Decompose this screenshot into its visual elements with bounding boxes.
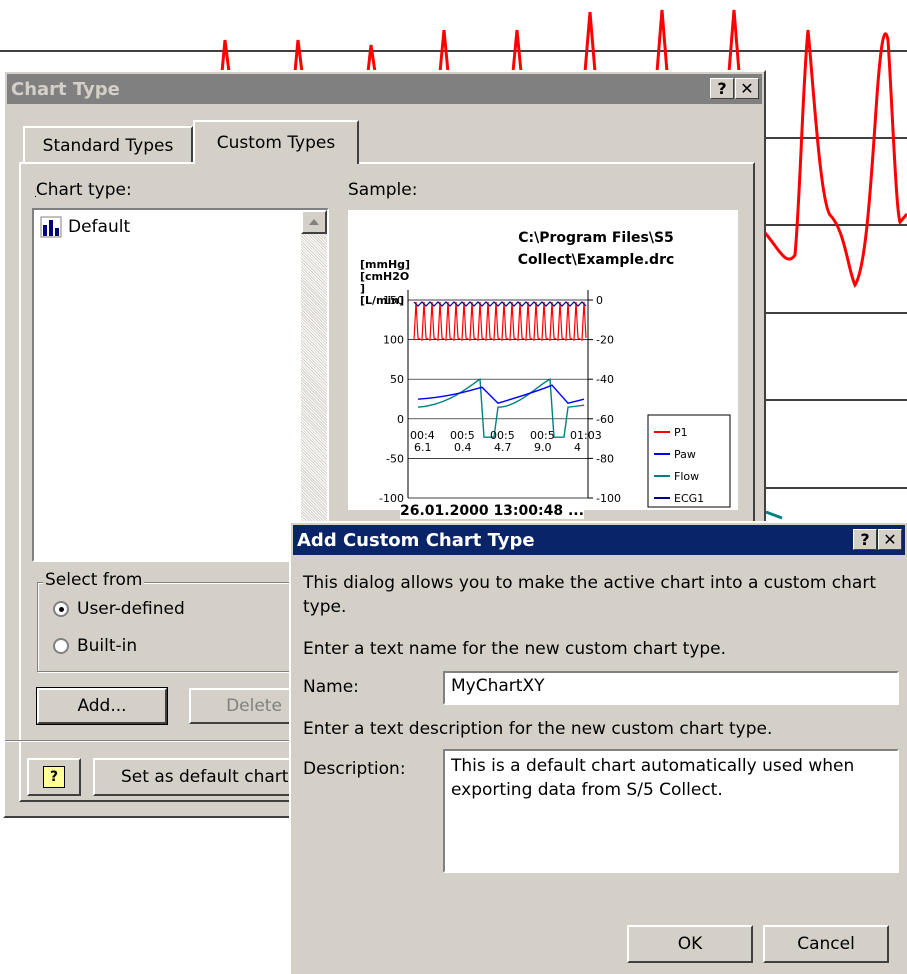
y-axis-label: [cmH2O [360, 270, 409, 283]
up-arrow-icon [309, 219, 319, 225]
radio-circle [53, 638, 69, 654]
cancel-button[interactable]: Cancel [763, 925, 889, 963]
right-tick-label: -20 [596, 334, 614, 347]
left-tick-label: 0 [397, 413, 404, 426]
chart-x-label: 26.01.2000 13:00:48 ... [400, 503, 584, 519]
right-tick-label: -40 [596, 373, 614, 386]
legend-label: ECG1 [674, 492, 704, 505]
chart-title: Collect\Example.drc [518, 252, 675, 268]
series-paw [417, 384, 585, 404]
left-tick-label: 50 [390, 373, 404, 386]
close-icon: ✕ [883, 530, 897, 549]
list-item[interactable]: Default [40, 216, 130, 238]
tab-custom-types[interactable]: Custom Types [193, 120, 359, 164]
name-field-value: MyChartXY [451, 676, 545, 696]
name-prompt: Enter a text name for the new custom cha… [303, 639, 727, 659]
legend-label: P1 [674, 426, 688, 439]
bg-waveform [759, 29, 907, 289]
help-button[interactable]: ? [27, 758, 81, 796]
ok-button[interactable]: OK [627, 925, 753, 963]
x-tick-label: 4 [574, 441, 581, 454]
help-title-button[interactable]: ? [710, 78, 734, 99]
right-tick-label: -80 [596, 452, 614, 465]
add-dialog-titlebar[interactable]: Add Custom Chart Type ? ✕ [293, 525, 905, 555]
radio-user-label: User-defined [77, 599, 185, 619]
bg-teal-mark [765, 510, 783, 520]
add-custom-chart-type-dialog: Add Custom Chart Type ? ✕ This dialog al… [289, 521, 907, 974]
scroll-up-button[interactable] [301, 210, 327, 234]
bar-chart-icon [40, 216, 62, 238]
close-title-button[interactable]: ✕ [878, 529, 902, 550]
description-field[interactable]: This is a default chart automatically us… [443, 749, 899, 873]
legend-label: Paw [674, 448, 696, 461]
legend-label: Flow [674, 470, 699, 483]
chart-type-list[interactable]: Default [32, 208, 329, 562]
right-tick-label: -100 [596, 492, 621, 505]
add-dialog-title: Add Custom Chart Type [297, 529, 535, 551]
series-p1 [413, 301, 587, 341]
radio-built-in[interactable]: Built-in [53, 636, 137, 656]
bg-spikes [220, 9, 741, 73]
help-title-button[interactable]: ? [853, 529, 877, 550]
name-label: Name: [303, 677, 359, 697]
description-field-value: This is a default chart automatically us… [451, 756, 855, 800]
left-tick-label: 100 [383, 334, 404, 347]
intro-text: This dialog allows you to make the activ… [303, 573, 876, 617]
select-from-label: Select from [43, 570, 145, 590]
chart-type-title: Chart Type [11, 78, 120, 100]
help-icon: ? [43, 766, 65, 788]
description-label: Description: [303, 759, 406, 779]
chart-type-label: CChart type: [35, 180, 132, 200]
x-tick-label: 9.0 [534, 441, 552, 454]
sample-chart: C:\Program Files\S5Collect\Example.drc[m… [360, 230, 731, 508]
close-icon: ✕ [740, 79, 754, 98]
description-prompt: Enter a text description for the new cus… [303, 719, 773, 739]
left-tick-label: -50 [386, 452, 404, 465]
x-tick-label: 6.1 [414, 441, 432, 454]
x-tick-label: 4.7 [494, 441, 512, 454]
close-title-button[interactable]: ✕ [735, 78, 759, 99]
left-tick-label: 150 [383, 294, 404, 307]
right-tick-label: 0 [596, 294, 603, 307]
add-button[interactable]: Add... [36, 687, 168, 725]
chart-type-titlebar[interactable]: Chart Type ? ✕ [7, 74, 762, 104]
tab-standard-types[interactable]: Standard Types [23, 126, 193, 164]
radio-user-defined[interactable]: User-defined [53, 599, 185, 619]
right-tick-label: -60 [596, 413, 614, 426]
vertical-scrollbar[interactable] [301, 210, 327, 560]
radio-builtin-label: Built-in [77, 636, 138, 656]
sample-preview: C:\Program Files\S5 Collect\Example.drc [m… [348, 210, 738, 510]
chart-title: C:\Program Files\S5 [518, 230, 674, 246]
name-field[interactable]: MyChartXY [443, 671, 899, 705]
radio-circle [53, 601, 69, 617]
sample-label: Sample: [348, 180, 418, 200]
list-item-label: Default [68, 217, 131, 237]
x-tick-label: 0.4 [454, 441, 472, 454]
